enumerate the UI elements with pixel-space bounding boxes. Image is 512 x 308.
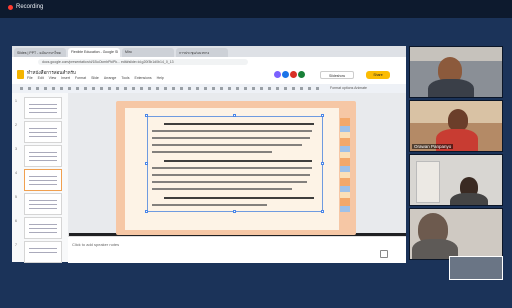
participant-face: [448, 109, 468, 131]
slideshow-button[interactable]: Slideshow: [320, 71, 354, 79]
slide-filmstrip: 1 2 3 4 5 6 7: [12, 93, 69, 263]
document-title[interactable]: ทำหนังสือการสอนสำหรับ: [27, 69, 76, 76]
slide-thumbnail[interactable]: [24, 193, 62, 215]
participant-video-2[interactable]: Orawan Panpanyo: [409, 100, 503, 152]
recording-indicator: Recording: [8, 4, 43, 10]
slide-decoration: [340, 118, 350, 212]
menu-item-extensions[interactable]: Extensions: [134, 76, 151, 80]
menu-item-help[interactable]: Help: [157, 76, 164, 80]
slide-thumbnail[interactable]: [24, 217, 62, 239]
share-button[interactable]: Share: [366, 71, 390, 79]
menu-bar: File Edit View Insert Format Slide Arran…: [27, 76, 164, 80]
browser-tab-strip: Slides | PPT - ฉบับภาษาไทย Flexible Educ…: [12, 46, 406, 57]
menu-item-insert[interactable]: Insert: [61, 76, 70, 80]
avatar[interactable]: [298, 71, 305, 78]
resize-handle[interactable]: [233, 210, 236, 213]
avatar[interactable]: [274, 71, 281, 78]
slide-number: 5: [15, 195, 17, 199]
slide-number: 2: [15, 123, 17, 127]
browser-tab[interactable]: Miro: [122, 48, 174, 57]
slides-header: ทำหนังสือการสอนสำหรับ File Edit View Ins…: [12, 66, 406, 84]
browser-tab[interactable]: Slides | PPT - ฉบับภาษาไทย: [14, 48, 66, 57]
slides-logo-icon[interactable]: [17, 70, 24, 79]
menu-item-format[interactable]: Format: [75, 76, 86, 80]
slide-number: 3: [15, 147, 17, 151]
menu-item-arrange[interactable]: Arrange: [104, 76, 116, 80]
slide-body-text: [152, 120, 318, 210]
collaborator-avatars: [274, 71, 305, 78]
toolbar-icons[interactable]: [20, 87, 320, 90]
slide-thumbnail-selected[interactable]: [24, 169, 62, 191]
slide-number: 6: [15, 219, 17, 223]
slide-thumbnail[interactable]: [24, 97, 62, 119]
meeting-top-bar: Recording: [0, 0, 512, 18]
speaker-notes-placeholder: Click to add speaker notes: [72, 242, 120, 247]
resize-handle[interactable]: [145, 210, 148, 213]
resize-handle[interactable]: [233, 114, 236, 117]
menu-item-view[interactable]: View: [49, 76, 57, 80]
participant-name: Orawan Panpanyo: [412, 144, 454, 149]
menu-item-edit[interactable]: Edit: [38, 76, 44, 80]
recording-label: Recording: [16, 4, 44, 10]
slide-thumbnail[interactable]: [24, 145, 62, 167]
url-field[interactable]: docs.google.com/presentation/d/1BuOcmbPk…: [38, 58, 248, 65]
slide-number: 7: [15, 243, 17, 247]
slide-thumbnail[interactable]: [24, 121, 62, 143]
slide-number: 1: [15, 99, 17, 103]
participant-video-3[interactable]: [409, 154, 503, 206]
speaker-notes[interactable]: Click to add speaker notes: [68, 236, 406, 263]
slide-number: 4: [15, 171, 17, 175]
menu-item-file[interactable]: File: [27, 76, 33, 80]
self-view-thumbnail[interactable]: [449, 256, 503, 280]
avatar[interactable]: [282, 71, 289, 78]
participant-video-4[interactable]: [409, 208, 503, 260]
resize-handle[interactable]: [145, 162, 148, 165]
grid-view-icon[interactable]: [380, 250, 388, 258]
avatar[interactable]: [290, 71, 297, 78]
slide-thumbnail[interactable]: [24, 241, 62, 263]
toolbar-right-options[interactable]: Format options Animate: [330, 86, 367, 90]
resize-handle[interactable]: [145, 114, 148, 117]
browser-tab-active[interactable]: Flexible Education - Google Sl: [68, 48, 120, 57]
participant-video-1[interactable]: [409, 46, 503, 98]
participant-body: [450, 193, 488, 205]
resize-handle[interactable]: [321, 210, 324, 213]
menu-item-tools[interactable]: Tools: [121, 76, 129, 80]
resize-handle[interactable]: [321, 162, 324, 165]
menu-item-slide[interactable]: Slide: [91, 76, 99, 80]
browser-tab[interactable]: การประชุม/แนวทาง: [176, 48, 228, 57]
participant-body: [428, 79, 474, 97]
resize-handle[interactable]: [321, 114, 324, 117]
record-icon: [8, 4, 13, 10]
